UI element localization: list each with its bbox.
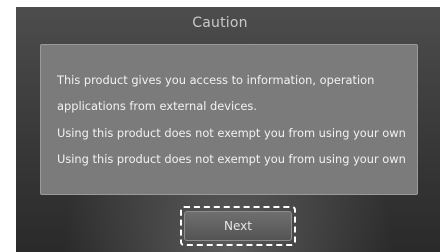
- message-line-4: Using this product does not exempt you f…: [57, 152, 406, 166]
- message-line-3: Using this product does not exempt you f…: [57, 126, 406, 140]
- next-button[interactable]: Next: [184, 211, 292, 241]
- message-line-2: applications from external devices.: [57, 99, 257, 113]
- dialog-title: Caution: [192, 15, 248, 31]
- message-line-1: This product gives you access to informa…: [57, 73, 375, 87]
- caution-dialog: This product gives you access to informa…: [40, 44, 418, 195]
